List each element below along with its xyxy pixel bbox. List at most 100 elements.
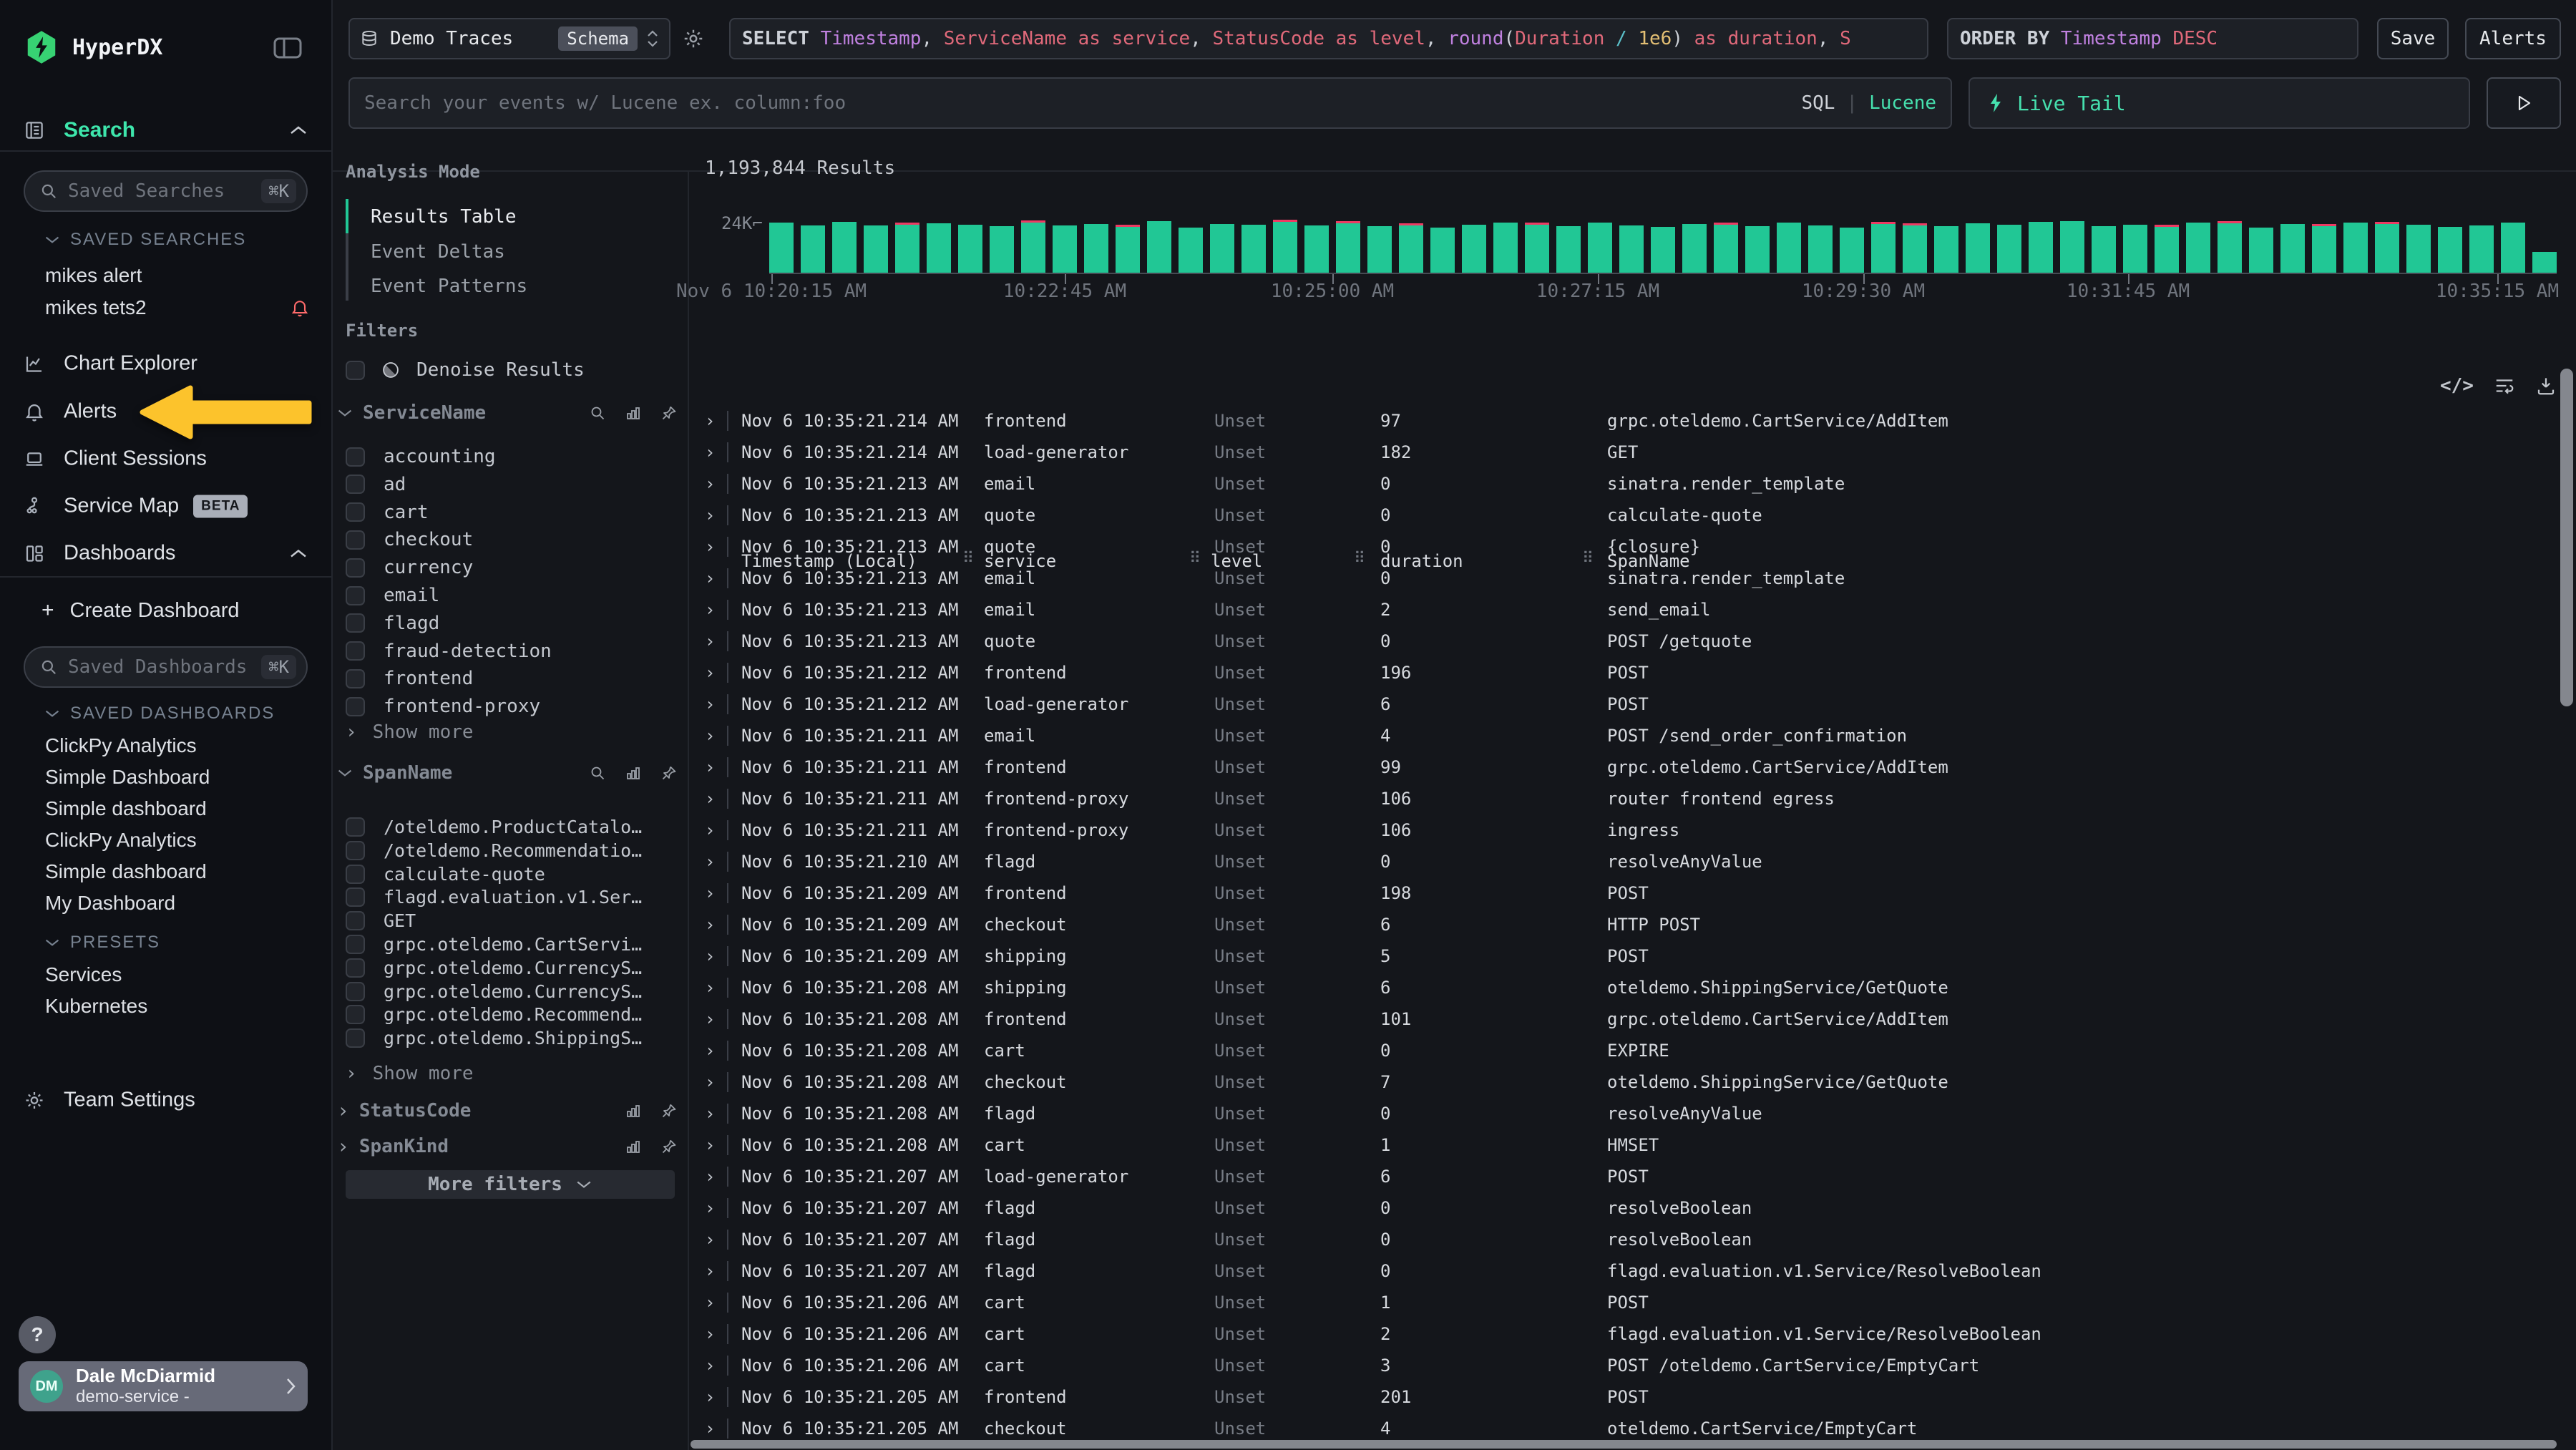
expand-row-icon[interactable]: › <box>705 946 715 966</box>
table-row[interactable]: ›Nov 6 10:35:21.207 AMflagdUnset0flagd.e… <box>689 1255 2557 1287</box>
filter-option[interactable]: ad <box>346 474 406 495</box>
saved-search-item[interactable]: mikes tets2 <box>45 296 310 319</box>
expand-row-icon[interactable]: › <box>705 852 715 872</box>
search-icon[interactable] <box>589 764 606 782</box>
filter-option[interactable]: /oteldemo.Recommendatio… <box>346 840 642 861</box>
chevron-up-icon[interactable] <box>289 548 308 559</box>
expand-row-icon[interactable]: › <box>705 1198 715 1218</box>
table-row[interactable]: ›Nov 6 10:35:21.207 AMflagdUnset0resolve… <box>689 1224 2557 1255</box>
saved-dashboard-item[interactable]: ClickPy Analytics <box>45 734 197 757</box>
schema-badge[interactable]: Schema <box>558 26 638 51</box>
filter-option[interactable]: grpc.oteldemo.CartServi… <box>346 934 642 955</box>
table-row[interactable]: ›Nov 6 10:35:21.214 AMfrontendUnset97grp… <box>689 405 2557 437</box>
expand-row-icon[interactable]: › <box>705 1293 715 1313</box>
live-tail-button[interactable]: Live Tail <box>1968 77 2470 129</box>
table-row[interactable]: ›Nov 6 10:35:21.207 AMflagdUnset0resolve… <box>689 1192 2557 1224</box>
table-row[interactable]: ›Nov 6 10:35:21.209 AMcheckoutUnset6HTTP… <box>689 909 2557 940</box>
table-row[interactable]: ›Nov 6 10:35:21.211 AMfrontend-proxyUnse… <box>689 783 2557 814</box>
pin-icon[interactable] <box>660 1138 678 1155</box>
table-row[interactable]: ›Nov 6 10:35:21.212 AMload-generatorUnse… <box>689 688 2557 720</box>
expand-row-icon[interactable]: › <box>705 1356 715 1376</box>
checkbox[interactable] <box>346 865 365 884</box>
table-row[interactable]: ›Nov 6 10:35:21.208 AMcartUnset0EXPIRE <box>689 1035 2557 1066</box>
checkbox[interactable] <box>346 841 365 860</box>
table-row[interactable]: ›Nov 6 10:35:21.206 AMcartUnset1POST <box>689 1287 2557 1318</box>
saved-dashboards-header[interactable]: SAVED DASHBOARDS <box>44 704 275 724</box>
filter-option[interactable]: calculate-quote <box>346 864 545 885</box>
table-row[interactable]: ›Nov 6 10:35:21.208 AMshippingUnset6otel… <box>689 972 2557 1003</box>
expand-row-icon[interactable]: › <box>705 1419 715 1439</box>
bar-chart-icon[interactable] <box>625 1102 642 1119</box>
expand-row-icon[interactable]: › <box>705 505 715 525</box>
search-icon[interactable] <box>589 404 606 422</box>
servicename-show-more[interactable]: ›Show more <box>346 721 474 743</box>
table-row[interactable]: ›Nov 6 10:35:21.205 AMfrontendUnset201PO… <box>689 1381 2557 1413</box>
expand-row-icon[interactable]: › <box>705 694 715 714</box>
saved-search-item[interactable]: mikes alert <box>45 264 310 287</box>
pin-icon[interactable] <box>660 764 678 782</box>
mode-event-patterns[interactable]: Event Patterns <box>371 276 527 297</box>
order-by-input[interactable]: ORDER BY Timestamp DESC <box>1947 18 2358 59</box>
chevron-up-icon[interactable] <box>289 125 308 136</box>
table-row[interactable]: ›Nov 6 10:35:21.208 AMcheckoutUnset7otel… <box>689 1066 2557 1098</box>
table-row[interactable]: ›Nov 6 10:35:21.206 AMcartUnset2flagd.ev… <box>689 1318 2557 1350</box>
checkbox[interactable] <box>346 641 365 661</box>
filter-option[interactable]: email <box>346 585 439 606</box>
filter-option[interactable]: grpc.oteldemo.CurrencyS… <box>346 981 642 1002</box>
help-button[interactable]: ? <box>19 1316 56 1353</box>
saved-searches-header[interactable]: SAVED SEARCHES <box>44 230 246 250</box>
expand-row-icon[interactable]: › <box>705 883 715 903</box>
filter-option[interactable]: frontend <box>346 668 473 689</box>
filter-option[interactable]: grpc.oteldemo.CurrencyS… <box>346 958 642 978</box>
expand-row-icon[interactable]: › <box>705 1041 715 1061</box>
table-row[interactable]: ›Nov 6 10:35:21.207 AMload-generatorUnse… <box>689 1161 2557 1192</box>
table-row[interactable]: ›Nov 6 10:35:21.213 AMemailUnset0sinatra… <box>689 563 2557 594</box>
expand-row-icon[interactable]: › <box>705 1104 715 1124</box>
filter-option[interactable]: checkout <box>346 529 473 550</box>
checkbox[interactable] <box>346 475 365 494</box>
preset-item[interactable]: Kubernetes <box>45 995 147 1018</box>
table-row[interactable]: ›Nov 6 10:35:21.206 AMcartUnset3POST /ot… <box>689 1350 2557 1381</box>
filter-option[interactable]: frontend-proxy <box>346 696 540 717</box>
horizontal-scrollbar[interactable] <box>691 1440 2557 1449</box>
brand[interactable]: HyperDX <box>26 31 162 64</box>
expand-row-icon[interactable]: › <box>705 1324 715 1344</box>
expand-row-icon[interactable]: › <box>705 1072 715 1092</box>
table-row[interactable]: ›Nov 6 10:35:21.211 AMemailUnset4POST /s… <box>689 720 2557 751</box>
filter-option[interactable]: flagd <box>346 613 439 634</box>
sidebar-item-search[interactable]: Search <box>24 118 308 142</box>
filter-option[interactable]: currency <box>346 557 473 578</box>
checkbox[interactable] <box>346 586 365 605</box>
expand-row-icon[interactable]: › <box>705 663 715 683</box>
source-select[interactable]: Demo Traces Schema <box>348 18 670 59</box>
event-search-input[interactable]: Search your events w/ Lucene ex. column:… <box>348 77 1952 129</box>
filter-group-statuscode[interactable]: › StatusCode <box>337 1099 678 1122</box>
table-row[interactable]: ›Nov 6 10:35:21.211 AMfrontend-proxyUnse… <box>689 814 2557 846</box>
bar-chart-icon[interactable] <box>625 1138 642 1155</box>
expand-row-icon[interactable]: › <box>705 1009 715 1029</box>
filter-group-servicename[interactable]: ServiceName <box>337 402 678 424</box>
checkbox[interactable] <box>346 935 365 954</box>
filter-group-spankind[interactable]: › SpanKind <box>337 1134 678 1158</box>
filter-option[interactable]: grpc.oteldemo.Recommend… <box>346 1004 642 1025</box>
table-row[interactable]: ›Nov 6 10:35:21.213 AMemailUnset2send_em… <box>689 594 2557 626</box>
expand-row-icon[interactable]: › <box>705 726 715 746</box>
denoise-checkbox[interactable] <box>346 361 365 380</box>
sidebar-item-chart-explorer[interactable]: Chart Explorer <box>24 352 197 376</box>
sidebar-item-alerts[interactable]: Alerts <box>24 400 117 424</box>
table-row[interactable]: ›Nov 6 10:35:21.211 AMfrontendUnset99grp… <box>689 751 2557 783</box>
table-row[interactable]: ›Nov 6 10:35:21.210 AMflagdUnset0resolve… <box>689 846 2557 877</box>
filter-option[interactable]: grpc.oteldemo.ShippingS… <box>346 1028 642 1048</box>
table-row[interactable]: ›Nov 6 10:35:21.213 AMemailUnset0sinatra… <box>689 468 2557 500</box>
filter-option[interactable]: GET <box>346 910 416 931</box>
expand-row-icon[interactable]: › <box>705 1261 715 1281</box>
sql-mode-toggle[interactable]: SQL <box>1801 92 1835 114</box>
expand-row-icon[interactable]: › <box>705 411 715 431</box>
spanname-show-more[interactable]: ›Show more <box>346 1063 474 1084</box>
mode-event-deltas[interactable]: Event Deltas <box>371 241 505 263</box>
table-row[interactable]: ›Nov 6 10:35:21.209 AMfrontendUnset198PO… <box>689 877 2557 909</box>
checkbox[interactable] <box>346 669 365 688</box>
expand-row-icon[interactable]: › <box>705 537 715 557</box>
filter-option[interactable]: flagd.evaluation.v1.Ser… <box>346 887 642 908</box>
table-row[interactable]: ›Nov 6 10:35:21.213 AMquoteUnset0{closur… <box>689 531 2557 563</box>
